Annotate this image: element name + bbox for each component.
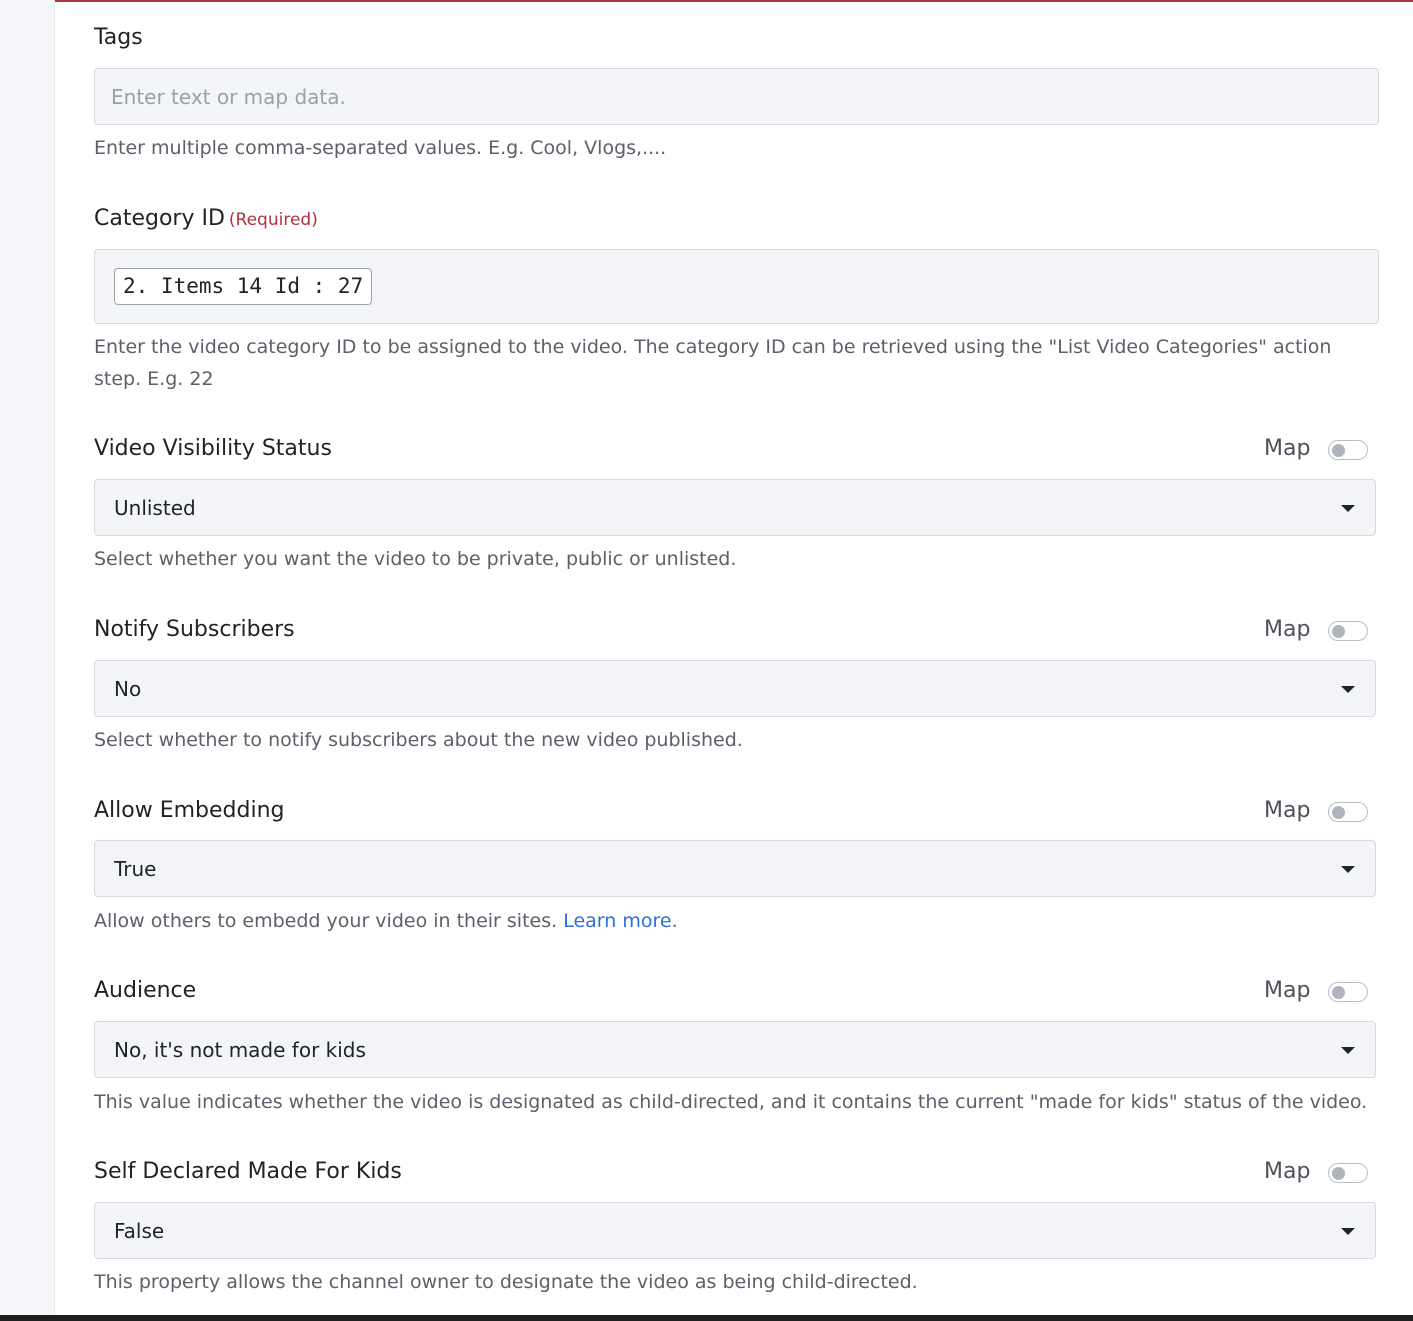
category-id-label: Category ID (Required) (94, 205, 318, 234)
caret-down-icon (1341, 686, 1355, 693)
self-declared-label: Self Declared Made For Kids (94, 1159, 402, 1184)
caret-down-icon (1341, 1047, 1355, 1054)
audience-map-label: Map (1264, 978, 1311, 1003)
embedding-map-toggle[interactable] (1328, 802, 1368, 822)
tags-help: Enter multiple comma-separated values. E… (94, 137, 667, 159)
allow-embedding-select[interactable]: True (94, 840, 1376, 897)
self-declared-map-toggle[interactable] (1328, 1163, 1368, 1183)
visibility-selected-value: Unlisted (114, 496, 196, 520)
notify-subscribers-select[interactable]: No (94, 660, 1376, 717)
form-panel: Tags Enter multiple comma-separated valu… (55, 2, 1413, 1315)
toggle-knob (1332, 805, 1345, 819)
notify-selected-value: No (114, 677, 142, 701)
notify-map-toggle[interactable] (1328, 621, 1368, 641)
visibility-map-label: Map (1264, 436, 1311, 461)
toggle-knob (1332, 1166, 1345, 1180)
embedding-help-text: Allow others to embedd your video in the… (94, 910, 558, 932)
tags-label: Tags (94, 25, 143, 50)
toggle-knob (1332, 624, 1345, 638)
tags-input[interactable] (94, 68, 1379, 125)
notify-help: Select whether to notify subscribers abo… (94, 729, 743, 751)
category-id-input[interactable]: 2. Items 14 Id : 27 (94, 249, 1379, 324)
audience-select[interactable]: No, it's not made for kids (94, 1021, 1376, 1078)
embedding-map-label: Map (1264, 798, 1311, 823)
self-declared-help: This property allows the channel owner t… (94, 1271, 918, 1293)
bottom-edge-bar (0, 1315, 1413, 1321)
toggle-knob (1332, 985, 1345, 999)
audience-help: This value indicates whether the video i… (94, 1091, 1368, 1113)
visibility-select[interactable]: Unlisted (94, 479, 1376, 536)
caret-down-icon (1341, 1228, 1355, 1235)
visibility-help: Select whether you want the video to be … (94, 548, 737, 570)
category-id-label-text: Category ID (94, 206, 225, 231)
embedding-help-period: . (671, 910, 678, 932)
required-marker: (Required) (228, 210, 318, 230)
allow-embedding-label: Allow Embedding (94, 798, 285, 823)
mapped-data-token[interactable]: 2. Items 14 Id : 27 (114, 268, 373, 305)
audience-map-toggle[interactable] (1328, 982, 1368, 1002)
notify-map-label: Map (1264, 617, 1311, 642)
toggle-knob (1332, 443, 1345, 457)
embedding-selected-value: True (114, 857, 157, 881)
left-sidebar-rail (0, 0, 55, 1321)
caret-down-icon (1341, 866, 1355, 873)
self-declared-select[interactable]: False (94, 1202, 1376, 1259)
self-declared-selected-value: False (114, 1219, 165, 1243)
audience-selected-value: No, it's not made for kids (114, 1038, 366, 1062)
visibility-label: Video Visibility Status (94, 436, 332, 461)
visibility-map-toggle[interactable] (1328, 440, 1368, 460)
self-declared-map-label: Map (1264, 1159, 1311, 1184)
caret-down-icon (1341, 505, 1355, 512)
category-id-help: Enter the video category ID to be assign… (94, 336, 1332, 390)
learn-more-link[interactable]: Learn more (563, 910, 671, 932)
notify-subscribers-label: Notify Subscribers (94, 617, 295, 642)
embedding-help: Allow others to embedd your video in the… (94, 905, 1379, 937)
audience-label: Audience (94, 978, 197, 1003)
